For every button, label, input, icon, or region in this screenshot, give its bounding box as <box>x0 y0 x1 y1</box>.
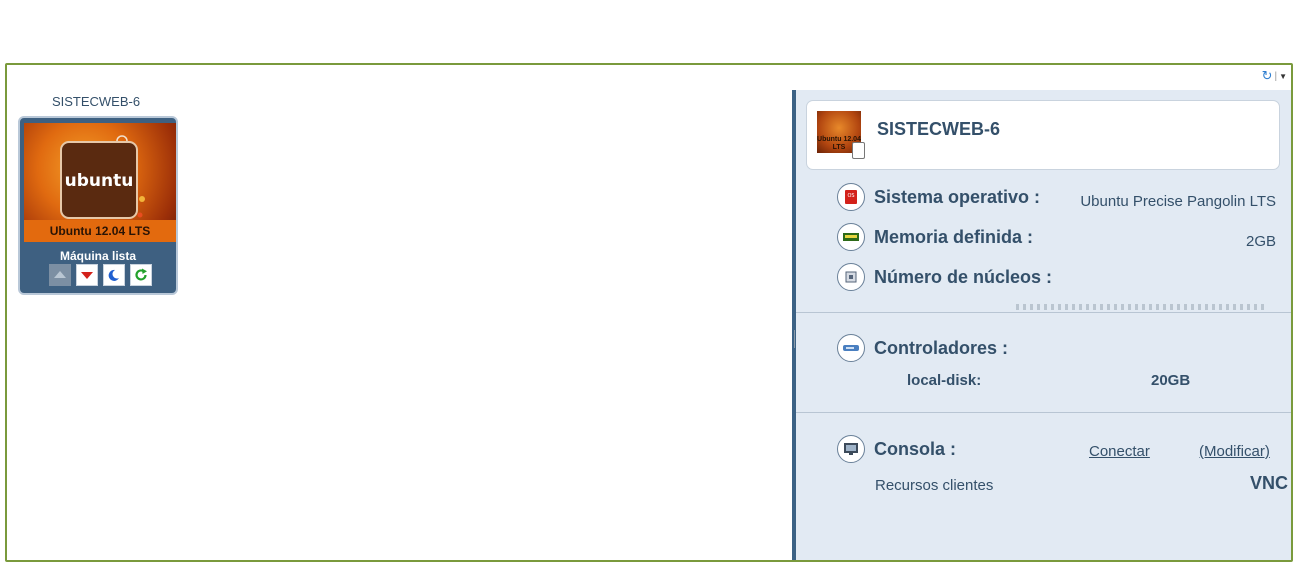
client-resources-label: Recursos clientes <box>875 477 994 494</box>
ubuntu-logo: ubuntu <box>60 141 138 219</box>
drive-overlay-icon <box>852 142 865 159</box>
section-divider <box>796 312 1291 313</box>
vm-os-caption: Ubuntu 12.04 LTS <box>24 220 176 242</box>
disk-size: 20GB <box>1151 372 1191 389</box>
reset-icon <box>135 268 147 281</box>
vm-thumbnail[interactable]: ubuntu Ubuntu 12.04 LTS <box>24 123 176 242</box>
vm-details-panel: Ubuntu 12.04 LTS SISTECWEB-6 OS Sistema … <box>792 90 1291 560</box>
os-row: OS Sistema operativo : <box>837 183 1040 211</box>
disk-controller-icon <box>837 334 865 362</box>
faded-content-strip <box>1016 304 1266 310</box>
section-divider <box>796 412 1291 413</box>
dropdown-caret-icon[interactable]: ▼ <box>1279 72 1287 81</box>
controllers-row: Controladores : <box>837 334 1008 362</box>
ubuntu-logo-text: ubuntu <box>64 171 134 191</box>
connect-link[interactable]: Conectar <box>1089 443 1150 460</box>
pause-icon <box>108 269 119 281</box>
os-value: Ubuntu Precise Pangolin LTS <box>1080 193 1276 210</box>
monitor-icon <box>837 435 865 463</box>
eject-button[interactable] <box>49 264 71 286</box>
memory-value: 2GB <box>1245 233 1276 250</box>
vm-name-label[interactable]: SISTECWEB-6 <box>20 94 172 109</box>
toolbar-top-right: ↻ | ▼ <box>1262 69 1287 82</box>
refresh-icon[interactable]: ↻ <box>1262 69 1273 82</box>
pause-button[interactable] <box>103 264 125 286</box>
svg-text:OS: OS <box>847 193 854 199</box>
cpu-icon <box>837 263 865 291</box>
vm-action-bar <box>49 264 152 286</box>
vm-container: ↻ | ▼ SISTECWEB-6 ubuntu Ubuntu 12.04 LT… <box>5 63 1293 562</box>
modify-link[interactable]: (Modificar) <box>1199 443 1270 460</box>
panel-splitter-handle[interactable] <box>794 330 795 348</box>
controllers-label: Controladores : <box>874 337 1009 358</box>
shutdown-icon <box>81 272 93 279</box>
console-type: VNC <box>1250 473 1289 493</box>
cores-label: Número de núcleos : <box>874 266 1053 287</box>
eject-icon <box>54 271 66 278</box>
details-header: Ubuntu 12.04 LTS SISTECWEB-6 <box>806 100 1280 170</box>
details-title: SISTECWEB-6 <box>877 119 1001 139</box>
memory-label: Memoria definida : <box>874 226 1034 247</box>
os-icon: OS <box>837 183 865 211</box>
console-label: Consola : <box>874 438 957 459</box>
ubuntu-os-icon: Ubuntu 12.04 LTS <box>817 111 865 159</box>
cores-row: Número de núcleos : <box>837 263 1052 291</box>
vm-card[interactable]: ubuntu Ubuntu 12.04 LTS Máquina lista <box>18 116 178 295</box>
toolbar-separator: | <box>1274 70 1278 82</box>
shutdown-button[interactable] <box>76 264 98 286</box>
memory-icon <box>837 223 865 251</box>
disk-name: local-disk: <box>907 372 982 389</box>
vm-status-text: Máquina lista <box>59 249 136 263</box>
reset-button[interactable] <box>130 264 152 286</box>
memory-row: Memoria definida : <box>837 223 1033 251</box>
os-label: Sistema operativo : <box>874 186 1041 207</box>
console-row: Consola : <box>837 435 956 463</box>
